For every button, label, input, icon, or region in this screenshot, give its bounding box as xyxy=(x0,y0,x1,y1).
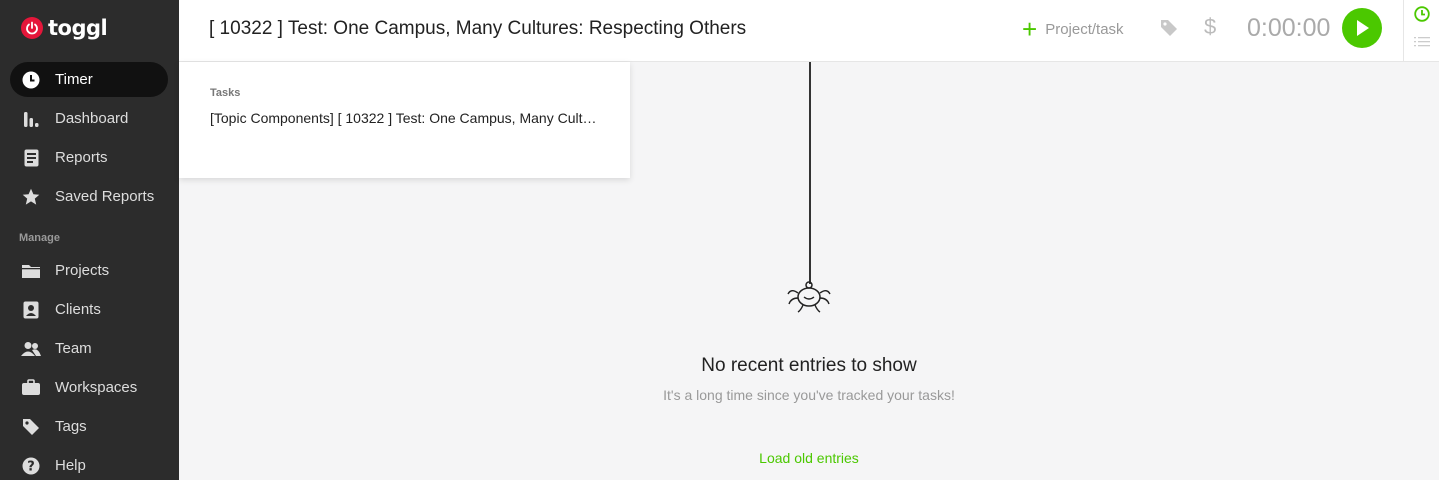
client-icon xyxy=(20,299,42,321)
manual-mode-list-icon[interactable] xyxy=(1414,35,1430,53)
timer-mode-clock-icon[interactable] xyxy=(1414,6,1430,27)
clock-icon xyxy=(20,69,42,91)
sidebar-item-saved-reports[interactable]: Saved Reports xyxy=(10,179,168,214)
load-old-entries-link[interactable]: Load old entries xyxy=(709,450,909,466)
svg-text:?: ? xyxy=(27,459,35,474)
help-icon: ? xyxy=(20,455,42,477)
sidebar-item-tags[interactable]: Tags xyxy=(10,409,168,444)
briefcase-icon xyxy=(20,377,42,399)
task-suggestion-item[interactable]: [Topic Components] [ 10322 ] Test: One C… xyxy=(210,110,600,126)
folder-icon xyxy=(20,260,42,282)
timer-description-input[interactable]: [ 10322 ] Test: One Campus, Many Culture… xyxy=(209,18,746,40)
sidebar-item-label: Clients xyxy=(55,301,101,318)
power-icon xyxy=(21,17,43,39)
spider-thread xyxy=(809,62,811,284)
sidebar-item-reports[interactable]: Reports xyxy=(10,140,168,175)
elapsed-time: 0:00:00 xyxy=(1247,14,1331,42)
sidebar-item-clients[interactable]: Clients xyxy=(10,292,168,327)
sidebar-item-label: Saved Reports xyxy=(55,188,155,205)
logo-text: toggl xyxy=(48,16,108,40)
sidebar-item-workspaces[interactable]: Workspaces xyxy=(10,370,168,405)
play-icon xyxy=(1357,20,1369,36)
toggl-logo[interactable]: toggl xyxy=(21,16,108,40)
sidebar-item-label: Reports xyxy=(55,149,108,166)
star-icon xyxy=(20,186,42,208)
sidebar-item-label: Workspaces xyxy=(55,379,138,396)
start-timer-button[interactable] xyxy=(1342,8,1382,48)
manage-section-label: Manage xyxy=(19,232,60,244)
spider-icon xyxy=(787,281,831,313)
plus-icon: + xyxy=(1022,14,1038,44)
tag-icon[interactable] xyxy=(1160,19,1178,42)
sidebar-item-label: Timer xyxy=(55,71,93,88)
document-icon xyxy=(20,147,42,169)
sidebar-item-timer[interactable]: Timer xyxy=(10,62,168,97)
empty-state-subtitle: It's a long time since you've tracked yo… xyxy=(663,387,955,403)
sidebar: toggl Timer Dashboard Reports Saved Repo… xyxy=(0,0,179,480)
view-toggle-strip xyxy=(1403,0,1439,62)
sidebar-item-label: Projects xyxy=(55,262,110,279)
project-task-label: Project/task xyxy=(1045,20,1124,38)
sidebar-item-label: Tags xyxy=(55,418,87,435)
sidebar-item-team[interactable]: Team xyxy=(10,331,168,366)
tag-icon xyxy=(20,416,42,438)
project-task-button[interactable]: + Project/task xyxy=(1022,14,1124,44)
timer-bar: [ 10322 ] Test: One Campus, Many Culture… xyxy=(179,0,1403,62)
sidebar-item-label: Dashboard xyxy=(55,110,129,127)
sidebar-item-help[interactable]: ? Help xyxy=(10,448,168,480)
task-suggestion-dropdown: Tasks [Topic Components] [ 10322 ] Test:… xyxy=(179,62,630,178)
bar-chart-icon xyxy=(20,108,42,130)
sidebar-item-label: Help xyxy=(55,457,86,474)
sidebar-item-projects[interactable]: Projects xyxy=(10,253,168,288)
sidebar-item-dashboard[interactable]: Dashboard xyxy=(10,101,168,136)
billable-dollar-icon[interactable]: $ xyxy=(1204,14,1216,40)
tasks-section-label: Tasks xyxy=(210,87,241,99)
team-icon xyxy=(20,338,42,360)
sidebar-item-label: Team xyxy=(55,340,92,357)
empty-state-title: No recent entries to show xyxy=(701,355,917,376)
